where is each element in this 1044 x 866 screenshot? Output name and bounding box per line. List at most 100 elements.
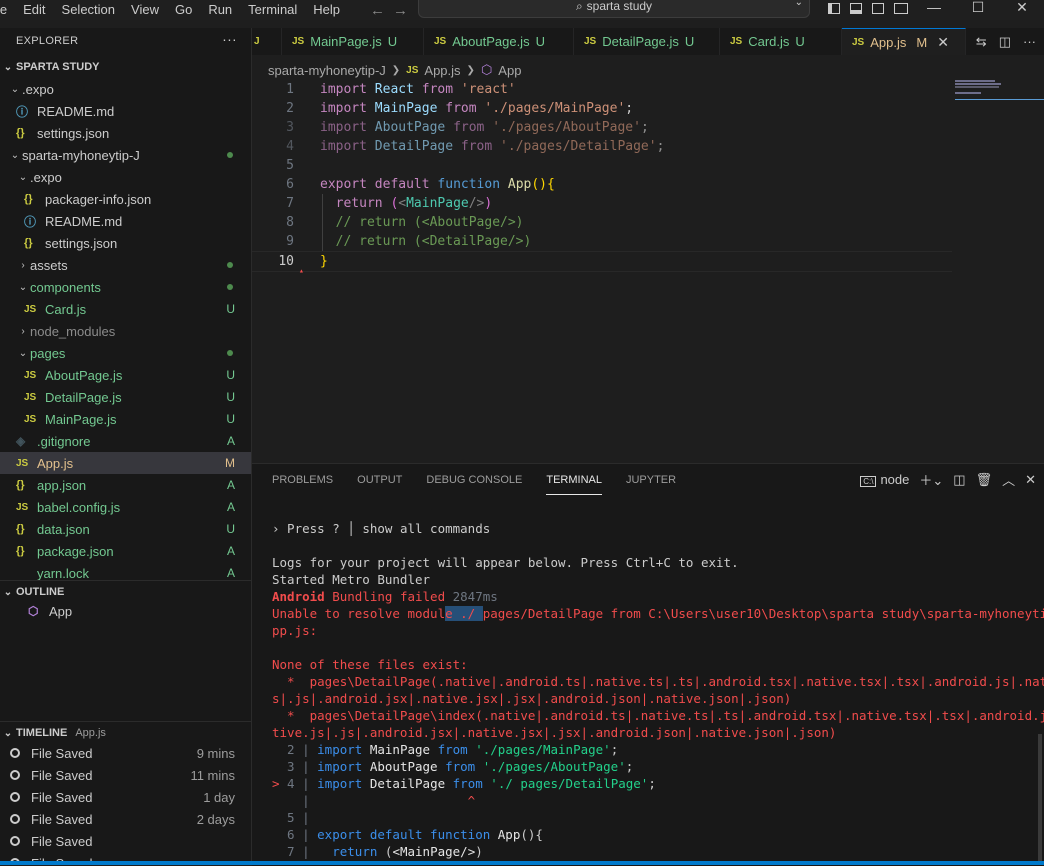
workspace-root[interactable]: ⌄ SPARTA STUDY (0, 56, 251, 78)
customize-layout-icon[interactable] (894, 2, 908, 14)
breadcrumb-symbol[interactable]: App (498, 63, 521, 78)
toggle-sidebar-icon[interactable] (828, 2, 840, 14)
more-actions-icon[interactable]: ··· (1023, 34, 1036, 50)
file-item[interactable]: JS Card.js U (0, 298, 251, 320)
title-bar: leEditSelectionViewGoRunTerminalHelp ← →… (0, 0, 1044, 20)
tab-mainpage-js[interactable]: JS MainPage.js U (282, 28, 424, 55)
maximize-icon[interactable]: ☐ (956, 0, 1000, 20)
menu-item-edit[interactable]: Edit (15, 0, 53, 20)
timeline-item[interactable]: File Saved 11 mins (0, 764, 251, 786)
tab-app-js[interactable]: JS App.js M ✕ (842, 28, 966, 55)
timeline-item[interactable]: File Saved (0, 830, 251, 852)
minimize-icon[interactable]: — (912, 0, 956, 20)
timeline-item[interactable]: File Saved 2 days (0, 808, 251, 830)
timeline-item[interactable]: File Saved 9 mins (0, 742, 251, 764)
file-item[interactable]: ⓘ README.md (0, 210, 251, 232)
menu-item-run[interactable]: Run (200, 0, 240, 20)
terminal-line: s|.js|.android.jsx|.native.jsx|.jsx|.and… (272, 691, 792, 706)
more-actions-icon[interactable]: ··· (222, 31, 237, 47)
tree-item-label: .gitignore (37, 433, 91, 449)
split-editor-icon[interactable]: ◫ (999, 34, 1011, 50)
folder-item[interactable]: ⌄ .expo (0, 166, 251, 188)
symbol-method-icon: ⬡ (28, 604, 39, 618)
tree-item-label: components (30, 279, 101, 295)
toggle-secondary-sidebar-icon[interactable] (872, 2, 884, 14)
tab-detailpage-js[interactable]: JS DetailPage.js U (574, 28, 720, 55)
tab-j[interactable]: J (252, 28, 282, 55)
file-item[interactable]: {} settings.json (0, 232, 251, 254)
file-item[interactable]: JS babel.config.js A (0, 496, 251, 518)
file-tree: ⌄ .expo ⓘ README.md {} settings.json ⌄ sparta… (0, 78, 251, 584)
folder-item[interactable]: ⌄ components (0, 276, 251, 298)
toggle-panel-icon[interactable] (850, 2, 862, 14)
folder-item[interactable]: ⌄ .expo (0, 78, 251, 100)
menu-item-view[interactable]: View (123, 0, 167, 20)
file-item[interactable]: JS App.js M (0, 452, 251, 474)
outline-item-label: App (49, 603, 73, 619)
folder-item[interactable]: › node_modules (0, 320, 251, 342)
forward-arrow-icon[interactable]: → (393, 2, 408, 19)
json-file-icon: {} (16, 127, 25, 139)
terminal-scrollbar[interactable] (1038, 734, 1042, 864)
file-item[interactable]: {} data.json U (0, 518, 251, 540)
code-line: 7 return (<MainPage/>) (286, 196, 493, 211)
outline-item[interactable]: ⬡ App (0, 600, 251, 622)
file-item[interactable]: ◈ .gitignore A (0, 430, 251, 452)
menu-item-help[interactable]: Help (305, 0, 348, 20)
file-item[interactable]: {} packager-info.json (0, 188, 251, 210)
panel-tab-terminal[interactable]: TERMINAL (546, 472, 602, 495)
timeline-item[interactable]: File Saved 1 day (0, 786, 251, 808)
split-terminal-icon[interactable]: ◫ (953, 472, 965, 488)
file-item[interactable]: JS AboutPage.js U (0, 364, 251, 386)
git-file-icon: ◈ (16, 434, 26, 448)
chevron-right-icon: › (21, 325, 25, 337)
git-modified-dot (227, 262, 233, 268)
file-item[interactable]: {} package.json A (0, 540, 251, 562)
tab-aboutpage-js[interactable]: JS AboutPage.js U (424, 28, 574, 55)
tree-item-label: Card.js (45, 301, 87, 317)
back-arrow-icon[interactable]: ← (370, 2, 385, 19)
file-item[interactable]: JS DetailPage.js U (0, 386, 251, 408)
js-file-icon: JS (16, 457, 29, 469)
command-center-search[interactable]: ⌕ sparta study ⌄ (418, 0, 810, 18)
bundling-time: 2847ms (452, 589, 498, 604)
folder-item[interactable]: ⌄ pages (0, 342, 251, 364)
timeline-item-time: 9 mins (196, 745, 235, 761)
panel-tab-debug-console[interactable]: DEBUG CONSOLE (426, 472, 522, 494)
close-panel-icon[interactable]: ✕ (1025, 472, 1036, 488)
explorer-header: EXPLORER ··· (0, 28, 251, 54)
panel-tab-problems[interactable]: PROBLEMS (272, 472, 333, 494)
menu-item-go[interactable]: Go (167, 0, 200, 20)
panel-tab-output[interactable]: OUTPUT (357, 472, 402, 494)
breadcrumb-file[interactable]: App.js (424, 63, 460, 78)
breadcrumb-folder[interactable]: sparta-myhoneytip-J (268, 63, 386, 78)
tree-item-label: .expo (30, 169, 62, 185)
code-editor[interactable]: 1 import React from 'react' 2 import MainP… (252, 80, 1044, 460)
minimap[interactable] (955, 80, 1044, 102)
breadcrumb: sparta-myhoneytip-J ❯ JS App.js ❯ ⬡ App (268, 60, 521, 80)
timeline-item-time: 2 days (196, 811, 235, 827)
chevron-up-icon[interactable]: ︿ (1002, 470, 1015, 489)
trash-icon[interactable]: 🗑 (976, 472, 993, 488)
timeline-section[interactable]: ⌄ TIMELINE App.js (0, 721, 251, 744)
close-window-icon[interactable]: ✕ (1000, 0, 1044, 20)
menu-item-selection[interactable]: Selection (54, 0, 123, 20)
file-item[interactable]: {} settings.json (0, 122, 251, 144)
terminal-shell-selector[interactable]: C:\ node (860, 472, 909, 487)
chevron-down-icon[interactable]: ⌄ (795, 0, 803, 8)
navigation-arrows: ← → (370, 0, 408, 20)
terminal-code-frame: 7 | return (<MainPage/>) (272, 844, 483, 859)
menu-item-le[interactable]: le (0, 0, 15, 20)
panel-tab-jupyter[interactable]: JUPYTER (626, 472, 676, 494)
new-terminal-icon[interactable]: ＋⌄ (919, 470, 943, 489)
file-item[interactable]: JS MainPage.js U (0, 408, 251, 430)
tab-card-js[interactable]: JS Card.js U (720, 28, 842, 55)
compare-changes-icon[interactable]: ⇆ (976, 34, 987, 50)
file-item[interactable]: ⓘ README.md (0, 100, 251, 122)
menu-item-terminal[interactable]: Terminal (240, 0, 305, 20)
folder-item[interactable]: ⌄ sparta-myhoneytip-J (0, 144, 251, 166)
folder-item[interactable]: › assets (0, 254, 251, 276)
close-tab-icon[interactable]: ✕ (937, 34, 949, 51)
terminal-output[interactable]: › Press ? │ show all commands Logs for y… (272, 520, 1044, 860)
file-item[interactable]: {} app.json A (0, 474, 251, 496)
